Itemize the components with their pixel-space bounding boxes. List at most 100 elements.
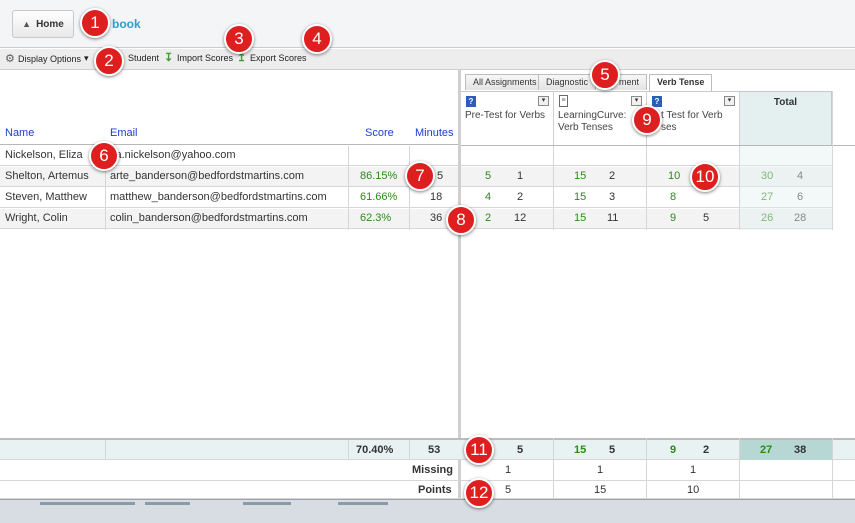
assignment-header[interactable]: ? ▾ Pre-Test for Verbs bbox=[461, 91, 554, 145]
assignment-name: LearningCurve: Verb Tenses bbox=[558, 110, 627, 133]
callout-marker: 11 bbox=[464, 435, 494, 465]
score-cell[interactable]: 5 bbox=[485, 170, 491, 182]
grid-line bbox=[832, 91, 833, 230]
callout-marker: 7 bbox=[405, 161, 435, 191]
score-cell[interactable]: 15 bbox=[574, 191, 586, 203]
grid-line bbox=[832, 438, 833, 499]
taskbar-button[interactable] bbox=[338, 502, 388, 505]
top-bar: ▲ Home book bbox=[0, 0, 855, 48]
average-score: 70.40% bbox=[356, 444, 394, 456]
grid-line bbox=[739, 438, 740, 499]
score-cell[interactable]: 15 bbox=[574, 170, 586, 182]
document-icon: ≡ bbox=[559, 95, 568, 107]
average-a3-attempts: 2 bbox=[703, 444, 710, 456]
import-icon: ↧ bbox=[164, 52, 174, 64]
student-name[interactable]: Shelton, Artemus bbox=[5, 170, 89, 182]
missing-label: Missing bbox=[412, 464, 453, 476]
student-minutes: 36 bbox=[430, 212, 443, 224]
grid-line bbox=[553, 438, 554, 499]
column-header-score[interactable]: Score bbox=[365, 127, 394, 139]
app-title: book bbox=[112, 17, 141, 31]
student-minutes: 18 bbox=[430, 191, 443, 203]
table-row[interactable]: Nickelson, Eliza za.nickelson@yahoo.com bbox=[0, 146, 458, 166]
tab-verb-tense[interactable]: Verb Tense bbox=[649, 74, 713, 91]
tab-all-assignments[interactable]: All Assignments bbox=[465, 74, 545, 90]
total-attempts-cell: 6 bbox=[797, 191, 804, 203]
callout-marker: 4 bbox=[302, 24, 332, 54]
taskbar bbox=[0, 499, 855, 523]
student-name[interactable]: Steven, Matthew bbox=[5, 191, 87, 203]
table-row[interactable]: Steven, Matthew matthew_banderson@bedfor… bbox=[0, 188, 458, 208]
student-minutes: 5 bbox=[437, 170, 444, 182]
grid-line bbox=[348, 146, 349, 230]
quiz-icon: ? bbox=[652, 96, 662, 107]
grid-line bbox=[646, 146, 647, 230]
display-options-button[interactable]: ⚙ Display Options ▾ bbox=[5, 53, 89, 64]
tab-diagnostic[interactable]: Diagnostic bbox=[538, 74, 597, 90]
callout-marker: 5 bbox=[590, 60, 620, 90]
average-a1-attempts: 5 bbox=[517, 444, 524, 456]
assignment-name: Pre-Test for Verbs bbox=[465, 110, 546, 121]
student-name[interactable]: Wright, Colin bbox=[5, 212, 68, 224]
score-cell[interactable]: 9 bbox=[670, 212, 676, 224]
column-header-email[interactable]: Email bbox=[110, 127, 138, 139]
score-cell[interactable]: 8 bbox=[670, 191, 676, 203]
total-score-cell: 27 bbox=[761, 191, 774, 203]
tab-bar: All Assignments Diagnostic ment Verb Ten… bbox=[461, 70, 855, 91]
display-options-label: Display Options bbox=[18, 53, 82, 64]
table-row: 4 2 15 3 8 27 6 bbox=[461, 188, 833, 208]
table-row bbox=[461, 146, 833, 166]
chevron-down-icon[interactable]: ▾ bbox=[538, 96, 549, 106]
student-email: arte_banderson@bedfordstmartins.com bbox=[110, 170, 304, 182]
total-attempts-cell: 4 bbox=[797, 170, 804, 182]
points-label: Points bbox=[418, 484, 452, 496]
column-header-minutes[interactable]: Minutes bbox=[415, 127, 454, 139]
grid-line bbox=[105, 440, 106, 460]
grid-line bbox=[348, 440, 349, 460]
callout-marker: 3 bbox=[224, 24, 254, 54]
import-scores-button[interactable]: ↧ Import Scores bbox=[164, 52, 233, 64]
student-score: 62.3% bbox=[360, 212, 392, 224]
table-row[interactable]: Wright, Colin colin_banderson@bedfordstm… bbox=[0, 209, 458, 229]
score-cell[interactable]: 10 bbox=[668, 170, 680, 182]
score-cell[interactable]: 4 bbox=[485, 191, 491, 203]
add-student-button[interactable]: Student bbox=[128, 53, 159, 63]
student-name[interactable]: Nickelson, Eliza bbox=[5, 149, 83, 161]
table-row[interactable]: Shelton, Artemus arte_banderson@bedfords… bbox=[0, 167, 458, 187]
average-a2-attempts: 5 bbox=[609, 444, 616, 456]
attempts-cell: 2 bbox=[517, 191, 524, 203]
callout-marker: 9 bbox=[632, 105, 662, 135]
chevron-down-icon[interactable]: ▾ bbox=[724, 96, 735, 106]
total-score-cell: 26 bbox=[761, 212, 774, 224]
taskbar-button[interactable] bbox=[145, 502, 190, 505]
column-header-name[interactable]: Name bbox=[5, 127, 34, 139]
attempts-cell: 3 bbox=[609, 191, 616, 203]
gear-icon: ⚙ bbox=[5, 52, 15, 65]
score-cell[interactable]: 2 bbox=[485, 212, 491, 224]
home-button-label: Home bbox=[36, 18, 64, 30]
score-cell[interactable]: 15 bbox=[574, 212, 586, 224]
missing-a1: 1 bbox=[505, 464, 512, 476]
grid-line bbox=[553, 146, 554, 230]
callout-marker: 6 bbox=[89, 141, 119, 171]
chevron-down-icon[interactable]: ▾ bbox=[631, 96, 642, 106]
home-icon: ▲ bbox=[22, 19, 32, 29]
missing-row: Missing 1 1 1 bbox=[0, 460, 855, 481]
callout-marker: 12 bbox=[464, 478, 494, 508]
table-row: 2 12 15 11 9 5 26 28 bbox=[461, 209, 833, 229]
home-button[interactable]: ▲ Home bbox=[12, 10, 74, 38]
export-scores-button[interactable]: ↥ Export Scores bbox=[237, 52, 307, 64]
taskbar-button[interactable] bbox=[243, 502, 291, 505]
attempts-cell: 1 bbox=[517, 170, 524, 182]
export-icon: ↥ bbox=[237, 52, 247, 64]
grid-line bbox=[409, 440, 410, 460]
callout-marker: 10 bbox=[690, 162, 720, 192]
student-email: colin_banderson@bedfordstmartins.com bbox=[110, 212, 308, 224]
student-score: 61.66% bbox=[360, 191, 398, 203]
average-row: 70.40% 53 5 15 5 9 2 27 38 bbox=[0, 438, 855, 460]
quiz-icon: ? bbox=[466, 96, 476, 107]
taskbar-button[interactable] bbox=[40, 502, 135, 505]
student-email: matthew_banderson@bedfordstmartins.com bbox=[110, 191, 327, 203]
missing-a2: 1 bbox=[597, 464, 604, 476]
grid-line bbox=[409, 146, 410, 230]
